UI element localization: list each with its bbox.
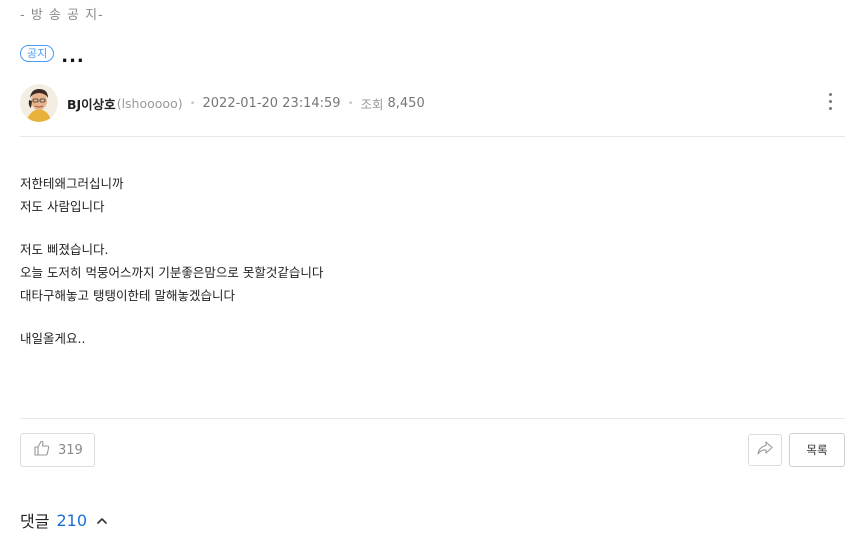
content-line: 저한테왜그러십니까 xyxy=(20,176,124,191)
divider xyxy=(20,418,845,419)
comments-label: 댓글 xyxy=(20,512,50,531)
thumbs-up-icon xyxy=(33,439,51,461)
comments-count: 210 xyxy=(56,510,87,530)
breadcrumb: - 방 송 공 지- xyxy=(20,8,104,23)
author-name[interactable]: BJ이상호 xyxy=(67,94,116,113)
separator-dot: • xyxy=(189,97,196,109)
views-count: 8,450 xyxy=(387,95,425,111)
views-label: 조회 xyxy=(360,96,384,112)
content-line: 오늘 도저히 먹뭉어스까지 기분좋은맘으로 못할것같습니다 xyxy=(20,265,324,280)
divider xyxy=(20,136,845,137)
like-button[interactable]: 319 xyxy=(20,433,95,467)
post-title: ... xyxy=(61,46,85,67)
content-line: 내일올게요.. xyxy=(20,331,86,346)
notice-badge: 공지 xyxy=(20,44,55,62)
author-row: BJ이상호 (lshooooo) • 2022-01-20 23:14:59 •… xyxy=(20,83,845,123)
content-line: 대타구해놓고 탱탱이한테 말해놓겠습니다 xyxy=(20,288,235,303)
author-id: (lshooooo) xyxy=(116,95,183,111)
comments-toggle[interactable]: 댓글 210 xyxy=(20,508,108,532)
post-title-row: 공지 ... xyxy=(20,44,85,66)
share-icon xyxy=(756,440,774,460)
more-vertical-icon[interactable] xyxy=(829,93,833,113)
share-button[interactable] xyxy=(748,434,782,466)
post-content: 저한테왜그러십니까 저도 사람입니다 저도 삐졌습니다. 오늘 도저히 먹뭉어스… xyxy=(20,172,323,350)
avatar[interactable] xyxy=(20,84,58,122)
chevron-up-icon xyxy=(96,511,108,530)
like-count: 319 xyxy=(58,442,83,458)
content-line: 저도 삐졌습니다. xyxy=(20,242,109,257)
content-line xyxy=(20,307,323,327)
content-line: 저도 사람입니다 xyxy=(20,199,105,214)
content-line xyxy=(20,218,323,238)
post-date: 2022-01-20 23:14:59 xyxy=(202,95,341,111)
separator-dot: • xyxy=(347,97,354,109)
list-button[interactable]: 목록 xyxy=(789,433,845,467)
